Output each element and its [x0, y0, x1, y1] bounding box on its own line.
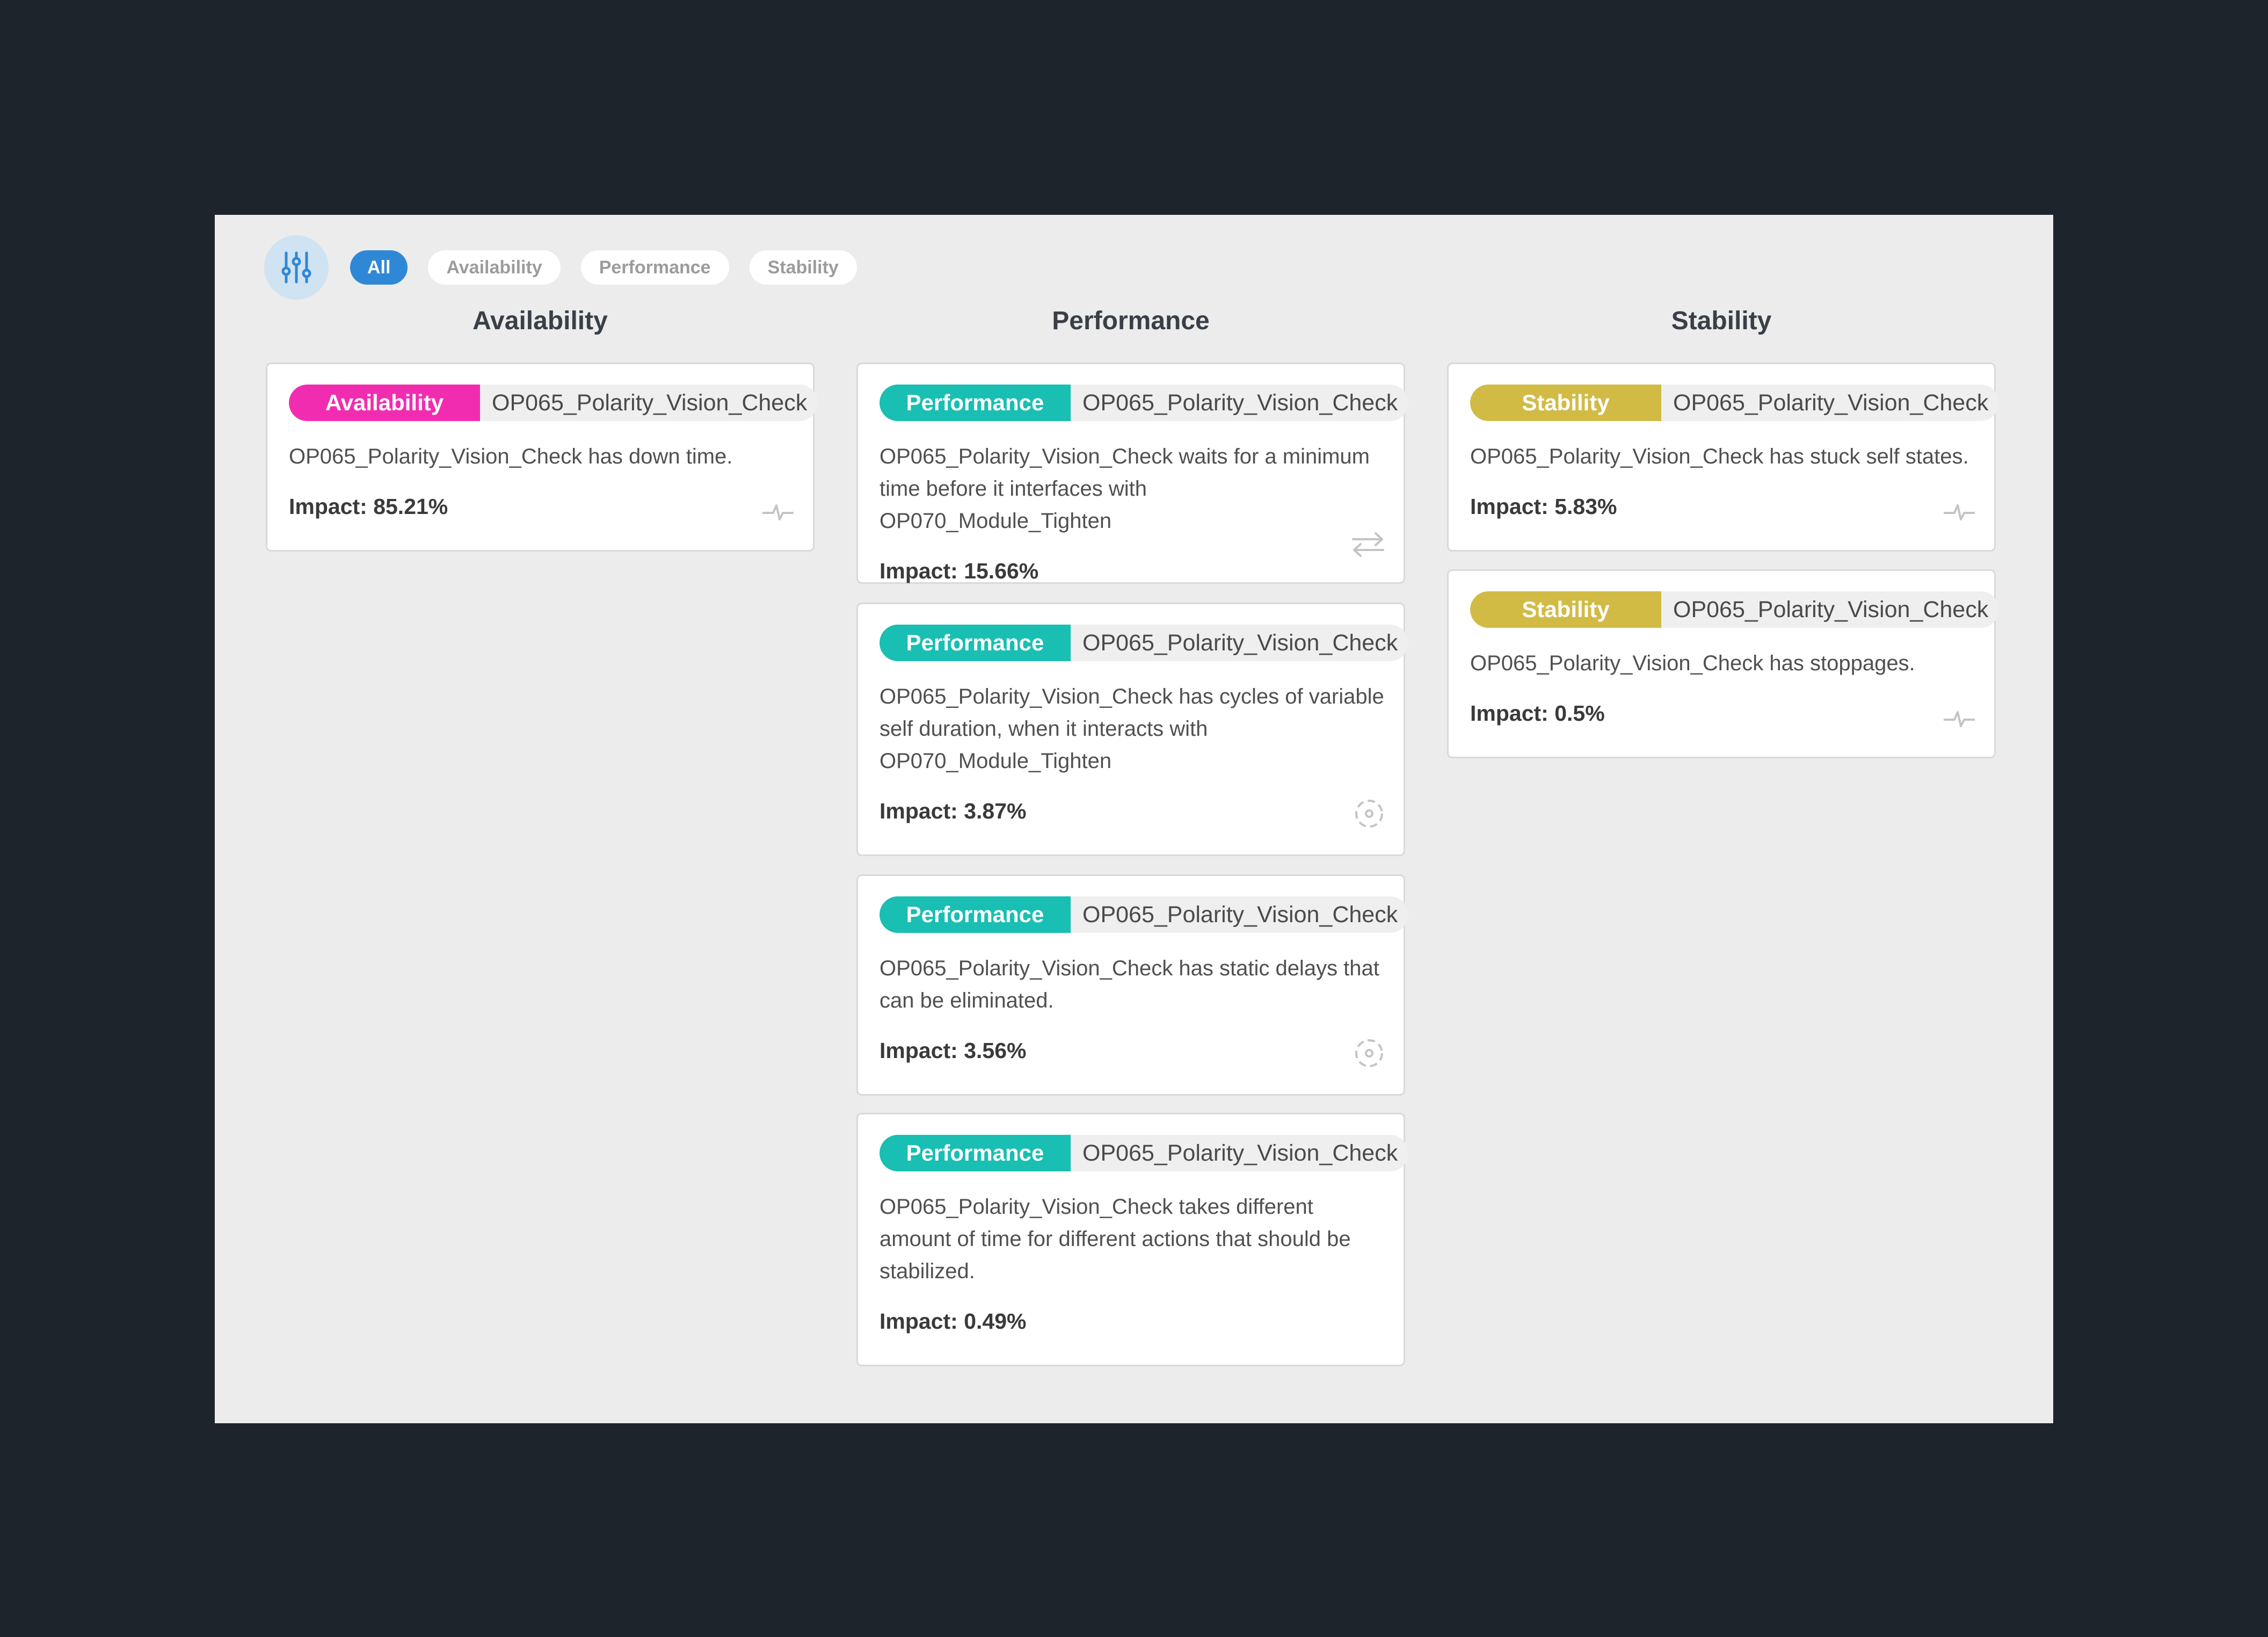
column-stability: Stability Stability OP065_Polarity_Visio…: [1447, 301, 2000, 758]
impact-value: Impact: 0.5%: [1470, 701, 1605, 726]
focus-target-icon: [1353, 798, 1385, 830]
category-tag: Performance: [879, 1135, 1071, 1171]
card-description: OP065_Polarity_Vision_Check has stuck se…: [1470, 445, 1969, 468]
impact-value: Impact: 85.21%: [289, 494, 448, 519]
card-tag-row: Performance OP065_Polarity_Vision_Check: [879, 385, 1409, 421]
pulse-icon: [761, 501, 795, 523]
station-name: OP065_Polarity_Vision_Check: [1082, 629, 1398, 656]
column-availability: Availability Availability OP065_Polarity…: [266, 301, 818, 552]
category-tag: Performance: [879, 625, 1071, 661]
insight-card[interactable]: Availability OP065_Polarity_Vision_Check…: [266, 363, 818, 552]
card-description: OP065_Polarity_Vision_Check has stoppage…: [1470, 651, 1915, 675]
station-name: OP065_Polarity_Vision_Check: [492, 389, 808, 416]
card-tag-row: Performance OP065_Polarity_Vision_Check: [879, 625, 1409, 661]
card-tag-row: Stability OP065_Polarity_Vision_Check: [1470, 591, 2000, 628]
card-description: OP065_Polarity_Vision_Check has cycles o…: [879, 685, 1384, 773]
insight-card[interactable]: Stability OP065_Polarity_Vision_Check OP…: [1447, 569, 2000, 758]
card-tag-row: Stability OP065_Polarity_Vision_Check: [1470, 385, 2000, 421]
station-name: OP065_Polarity_Vision_Check: [1082, 901, 1398, 928]
pulse-icon: [1943, 708, 1976, 729]
column-title: Availability: [473, 307, 608, 335]
station-name: OP065_Polarity_Vision_Check: [1673, 596, 1989, 622]
insight-card[interactable]: Performance OP065_Polarity_Vision_Check …: [856, 603, 1409, 856]
filter-chip-stability[interactable]: Stability: [749, 250, 857, 285]
column-performance: Performance Performance OP065_Polarity_V…: [856, 301, 1409, 1366]
category-tag: Performance: [879, 896, 1071, 933]
card-tag-row: Availability OP065_Polarity_Vision_Check: [289, 385, 818, 421]
card-description: OP065_Polarity_Vision_Check has down tim…: [289, 445, 733, 468]
impact-value: Impact: 3.56%: [879, 1038, 1027, 1063]
pulse-icon: [1943, 501, 1976, 523]
impact-value: Impact: 3.87%: [879, 799, 1027, 823]
focus-target-icon: [1353, 1037, 1385, 1069]
card-description: OP065_Polarity_Vision_Check waits for a …: [879, 445, 1370, 533]
filter-chip-performance[interactable]: Performance: [580, 250, 729, 285]
insight-card[interactable]: Performance OP065_Polarity_Vision_Check …: [856, 1113, 1409, 1366]
impact-value: Impact: 15.66%: [879, 559, 1039, 583]
station-name: OP065_Polarity_Vision_Check: [1082, 1140, 1398, 1166]
card-description: OP065_Polarity_Vision_Check takes differ…: [879, 1195, 1351, 1283]
insight-card[interactable]: Performance OP065_Polarity_Vision_Check …: [856, 363, 1409, 584]
column-title: Stability: [1671, 307, 1772, 335]
insight-card[interactable]: Stability OP065_Polarity_Vision_Check OP…: [1447, 363, 2000, 552]
station-name: OP065_Polarity_Vision_Check: [1673, 389, 1989, 416]
filter-chip-all[interactable]: All: [350, 250, 408, 285]
category-tag: Performance: [879, 385, 1071, 421]
category-tag: Stability: [1470, 591, 1661, 628]
filter-settings-button[interactable]: [264, 235, 329, 300]
station-name: OP065_Polarity_Vision_Check: [1082, 389, 1398, 416]
category-tag: Stability: [1470, 385, 1661, 421]
card-description: OP065_Polarity_Vision_Check has static d…: [879, 957, 1379, 1012]
sliders-icon: [281, 251, 311, 284]
filter-chips: All Availability Performance Stability: [350, 250, 857, 285]
transfer-arrows-icon: [1351, 531, 1385, 557]
card-tag-row: Performance OP065_Polarity_Vision_Check: [879, 896, 1409, 933]
card-tag-row: Performance OP065_Polarity_Vision_Check: [879, 1135, 1409, 1171]
filter-chip-availability[interactable]: Availability: [428, 250, 561, 285]
insight-card[interactable]: Performance OP065_Polarity_Vision_Check …: [856, 874, 1409, 1096]
category-tag: Availability: [289, 385, 480, 421]
impact-value: Impact: 0.49%: [879, 1309, 1027, 1334]
impact-value: Impact: 5.83%: [1470, 494, 1617, 519]
insights-panel: All Availability Performance Stability A…: [215, 215, 2053, 1423]
column-title: Performance: [1052, 307, 1210, 335]
